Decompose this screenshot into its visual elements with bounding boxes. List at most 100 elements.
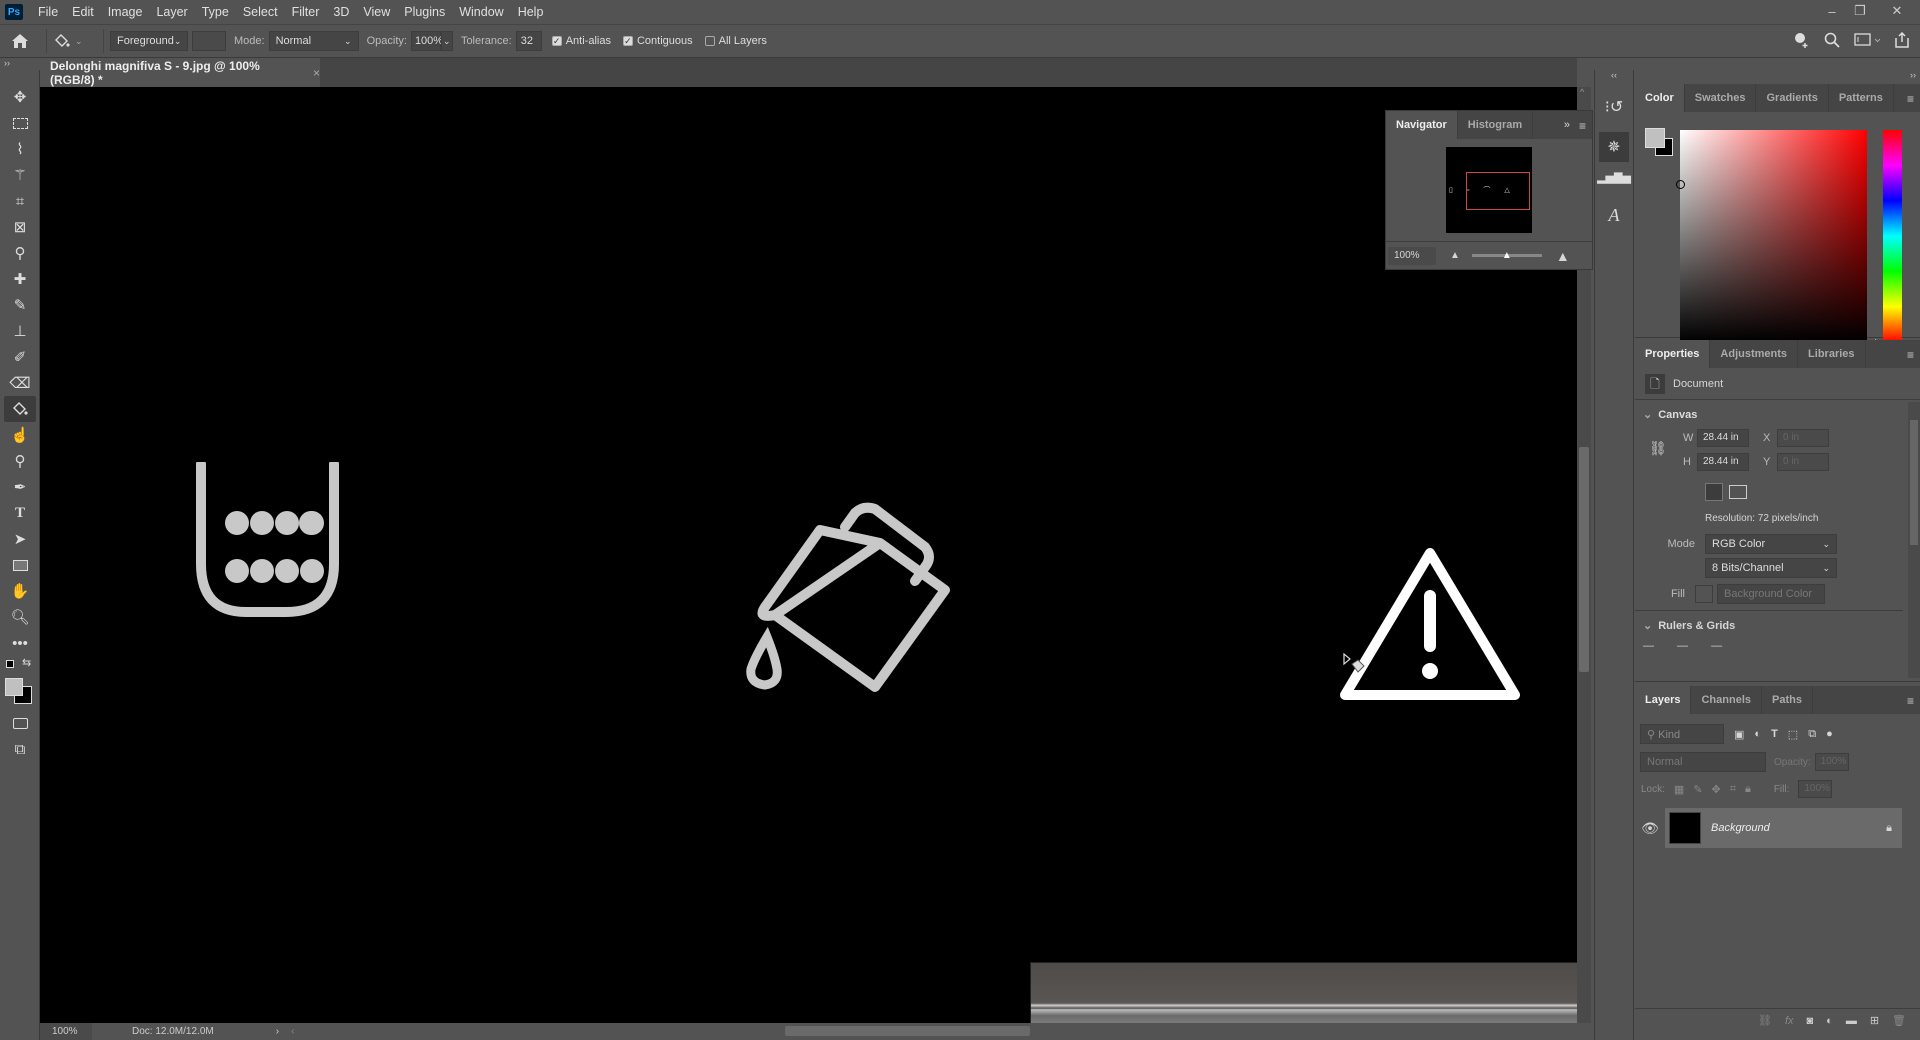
panel-menu-icon[interactable]: ≡ <box>1907 694 1914 708</box>
tolerance-input[interactable]: 32 <box>515 31 542 51</box>
layer-name[interactable]: Background <box>1711 822 1886 834</box>
healing-brush-tool[interactable]: ✚ <box>0 266 40 292</box>
fx-icon[interactable]: fx <box>1785 1015 1794 1027</box>
clone-stamp-tool[interactable]: ⊥ <box>0 318 40 344</box>
menu-help[interactable]: Help <box>511 5 551 19</box>
menu-image[interactable]: Image <box>101 5 150 19</box>
link-layers-icon[interactable]: ⛓ <box>1758 1014 1772 1027</box>
histogram-panel-button[interactable]: ▂▅▇▅ <box>1595 162 1633 192</box>
status-menu-arrow-icon[interactable]: › <box>276 1026 279 1037</box>
panels-expand-icon[interactable]: ›› <box>1635 70 1920 84</box>
minimize-button[interactable]: – <box>1818 0 1846 22</box>
vertical-scroll-thumb[interactable] <box>1579 447 1589 672</box>
bit-depth-select[interactable]: 8 Bits/Channel ⌄ <box>1705 558 1837 578</box>
layer-row[interactable]: 👁︎ Background 🔒︎ <box>1635 808 1920 848</box>
history-panel-button[interactable]: ⁝↺ <box>1595 92 1633 122</box>
lock-position-icon[interactable]: ✥ <box>1712 783 1721 796</box>
tab-histogram[interactable]: Histogram <box>1458 111 1534 139</box>
color-picker-ring[interactable] <box>1676 180 1685 189</box>
document-canvas[interactable] <box>40 87 1577 1023</box>
tab-properties[interactable]: Properties <box>1635 340 1711 368</box>
layer-lock-icon[interactable]: 🔒︎ <box>1886 822 1892 835</box>
color-saturation-field[interactable] <box>1676 130 1867 342</box>
navigator-panel-button[interactable]: ✵ <box>1599 132 1629 162</box>
rectangle-tool[interactable] <box>0 552 40 578</box>
zoom-in-icon[interactable]: ▲ <box>1556 248 1570 264</box>
add-mask-icon[interactable]: ◙ <box>1807 1015 1814 1027</box>
menu-filter[interactable]: Filter <box>285 5 327 19</box>
scroll-up-icon[interactable]: ^ <box>1580 87 1584 97</box>
foreground-color-chip[interactable] <box>1645 128 1665 148</box>
glyphs-panel-button[interactable]: A <box>1595 200 1633 230</box>
home-button[interactable] <box>0 34 40 48</box>
screen-mode-button[interactable]: ⧉ <box>0 736 40 762</box>
layer-item[interactable]: Background 🔒︎ <box>1665 808 1902 848</box>
properties-scrollbar[interactable] <box>1908 402 1920 678</box>
trash-icon[interactable]: 🗑︎ <box>1892 1014 1906 1027</box>
new-group-icon[interactable]: ▬ <box>1846 1015 1857 1027</box>
contiguous-checkbox[interactable]: ✓ Contiguous <box>622 35 693 47</box>
smudge-tool[interactable]: ☝ <box>0 422 40 448</box>
menu-select[interactable]: Select <box>236 5 285 19</box>
type-tool[interactable]: T <box>0 500 40 526</box>
tab-libraries[interactable]: Libraries <box>1798 340 1866 368</box>
zoom-tool[interactable]: 🔍︎ <box>0 604 40 630</box>
slider-thumb[interactable]: ▲ <box>1502 250 1512 261</box>
menu-edit[interactable]: Edit <box>65 5 101 19</box>
visibility-eye-icon[interactable]: 👁︎ <box>1635 820 1665 837</box>
crop-tool[interactable]: ⌗ <box>0 188 40 214</box>
pattern-picker[interactable] <box>192 31 226 51</box>
menu-file[interactable]: File <box>31 5 65 19</box>
history-brush-tool[interactable]: ✐ <box>0 344 40 370</box>
width-input[interactable]: 28.44 in <box>1697 429 1749 447</box>
navigator-zoom-field[interactable]: 100% <box>1388 246 1436 265</box>
share-export-icon[interactable] <box>1894 32 1910 48</box>
move-tool[interactable]: ✥ <box>0 84 40 110</box>
fill-swatch[interactable] <box>1695 585 1713 603</box>
rulers-section-header[interactable]: ⌄ Rulers & Grids <box>1643 619 1895 632</box>
default-colors-icon[interactable] <box>6 660 14 668</box>
filter-adjustment-icon[interactable]: ◐ <box>1754 728 1761 740</box>
search-icon[interactable] <box>1824 32 1840 48</box>
filter-shape-icon[interactable]: ⬚ <box>1788 728 1798 741</box>
toolbar-collapse-toggle[interactable]: ›› <box>0 58 40 70</box>
height-input[interactable]: 28.44 in <box>1697 453 1749 471</box>
swap-colors-icon[interactable]: ⇆ <box>22 656 31 669</box>
fill-source-select[interactable]: Foreground ⌄ <box>110 31 188 51</box>
filter-smart-object-icon[interactable]: ⧉ <box>1808 728 1816 741</box>
tab-patterns[interactable]: Patterns <box>1829 84 1894 112</box>
dock-collapse-icon[interactable]: ‹‹ <box>1595 70 1633 84</box>
lasso-tool[interactable]: ⌇ <box>0 136 40 162</box>
zoom-out-icon[interactable]: ▲ <box>1450 250 1460 261</box>
new-layer-icon[interactable]: ⊞ <box>1870 1014 1879 1027</box>
restore-button[interactable]: ❐ <box>1846 0 1874 22</box>
eraser-tool[interactable]: ⌫ <box>0 370 40 396</box>
document-tab[interactable]: Delonghi magnifiva S - 9.jpg @ 100% (RGB… <box>40 58 320 87</box>
adjustment-layer-icon[interactable]: ◐ <box>1826 1015 1833 1027</box>
antialias-checkbox[interactable]: ✓ Anti-alias <box>551 35 611 47</box>
tab-gradients[interactable]: Gradients <box>1756 84 1829 112</box>
horizontal-scroll-thumb[interactable] <box>785 1026 1030 1036</box>
path-selection-tool[interactable]: ➤ <box>0 526 40 552</box>
hand-tool[interactable]: ✋ <box>0 578 40 604</box>
menu-window[interactable]: Window <box>452 5 510 19</box>
filter-toggle-icon[interactable]: ● <box>1826 728 1833 740</box>
color-mode-select[interactable]: RGB Color ⌄ <box>1705 534 1837 554</box>
panel-collapse-icon[interactable]: » <box>1564 119 1570 131</box>
filter-type-icon[interactable]: T <box>1771 728 1778 740</box>
share-user-icon[interactable] <box>1792 31 1810 49</box>
panel-menu-icon[interactable]: ≡ <box>1907 92 1914 106</box>
opacity-input[interactable]: 100% <box>410 31 443 51</box>
brush-tool[interactable]: ✎ <box>0 292 40 318</box>
lock-all-icon[interactable]: 🔒︎ <box>1745 783 1751 796</box>
close-tab-icon[interactable]: × <box>313 66 320 80</box>
mode-select[interactable]: Normal ⌄ <box>268 31 359 51</box>
more-tools[interactable]: ••• <box>0 630 40 656</box>
workspace-icon[interactable] <box>1854 32 1880 48</box>
dodge-tool[interactable]: ⚲ <box>0 448 40 474</box>
filter-pixel-icon[interactable]: ▣ <box>1734 728 1744 741</box>
frame-tool[interactable]: ⊠ <box>0 214 40 240</box>
link-dimensions-icon[interactable]: ⛓ <box>1649 440 1667 457</box>
tab-navigator[interactable]: Navigator <box>1386 111 1458 139</box>
panel-menu-icon[interactable]: ≡ <box>1907 348 1914 362</box>
